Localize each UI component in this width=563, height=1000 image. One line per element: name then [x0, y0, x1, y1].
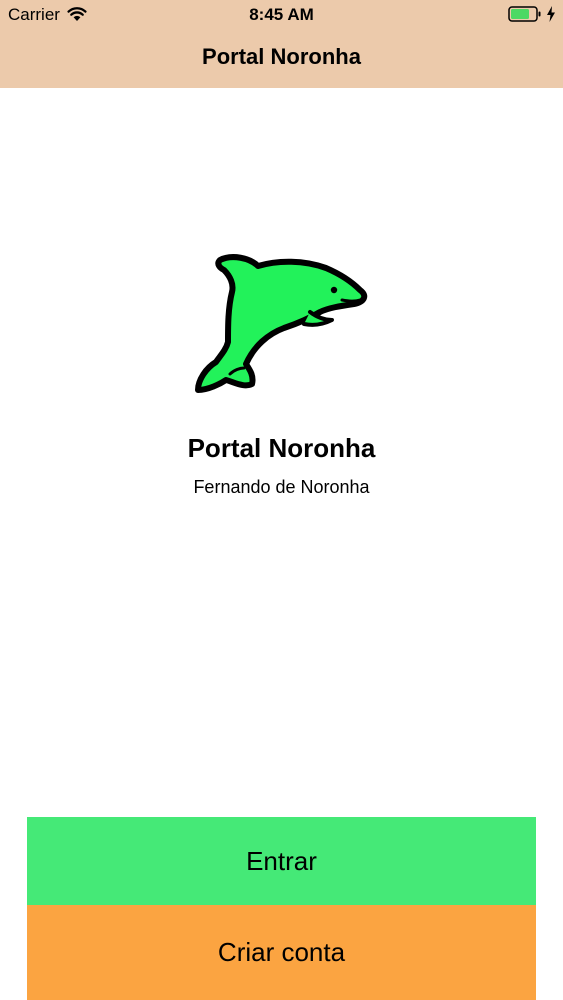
- login-button[interactable]: Entrar: [27, 817, 536, 905]
- battery-icon: [508, 6, 541, 22]
- status-bar: Carrier 8:45 AM: [0, 0, 563, 30]
- status-time: 8:45 AM: [249, 5, 314, 24]
- nav-title: Portal Noronha: [202, 44, 361, 69]
- dolphin-logo-icon: [195, 254, 368, 393]
- charging-icon: [547, 6, 555, 22]
- app-title: Portal Noronha: [187, 433, 376, 463]
- app-subtitle: Fernando de Noronha: [193, 477, 370, 497]
- header-bar: Carrier 8:45 AM Portal Noronha: [0, 0, 563, 88]
- screen: Carrier 8:45 AM Portal Noronha Portal No…: [0, 0, 563, 1000]
- create-account-button[interactable]: Criar conta: [27, 905, 536, 1000]
